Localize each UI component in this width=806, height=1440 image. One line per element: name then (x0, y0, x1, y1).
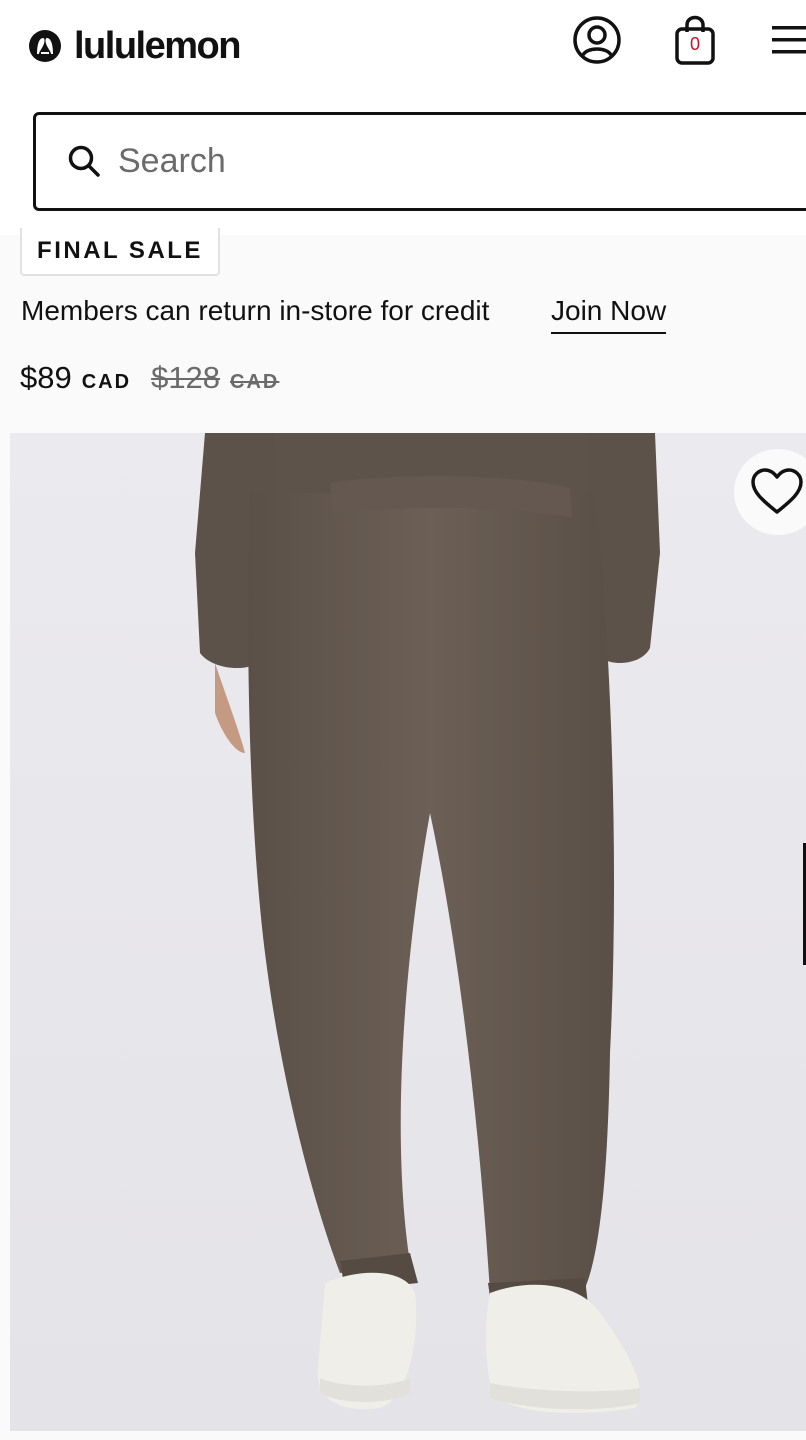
hamburger-menu-icon (772, 26, 806, 54)
shopping-bag-button[interactable]: 0 (672, 12, 718, 68)
join-now-link[interactable]: Join Now (551, 295, 667, 334)
current-price-currency: CAD (81, 371, 132, 393)
original-price-currency: CAD (230, 371, 280, 393)
menu-button[interactable] (768, 20, 806, 60)
brand-logo[interactable]: lululemon (28, 25, 241, 67)
bag-count-badge: 0 (689, 34, 700, 54)
search-input[interactable] (118, 133, 798, 189)
price-row: $89 CAD $128 CAD (20, 360, 279, 396)
account-icon (573, 16, 621, 64)
product-image[interactable] (10, 433, 806, 1431)
product-photo-illustration (10, 433, 806, 1431)
search-bar[interactable] (33, 112, 806, 211)
site-header: lululemon 0 (0, 0, 806, 235)
heart-icon (751, 468, 803, 514)
account-button[interactable] (570, 13, 624, 67)
search-icon (68, 145, 100, 177)
brand-name: lululemon (74, 25, 241, 67)
final-sale-badge: FINAL SALE (20, 228, 220, 276)
lululemon-logo-icon (29, 30, 61, 62)
original-price: $128 (151, 360, 221, 395)
current-price: $89 (20, 360, 72, 395)
member-return-message: Members can return in-store for credit (21, 295, 490, 326)
